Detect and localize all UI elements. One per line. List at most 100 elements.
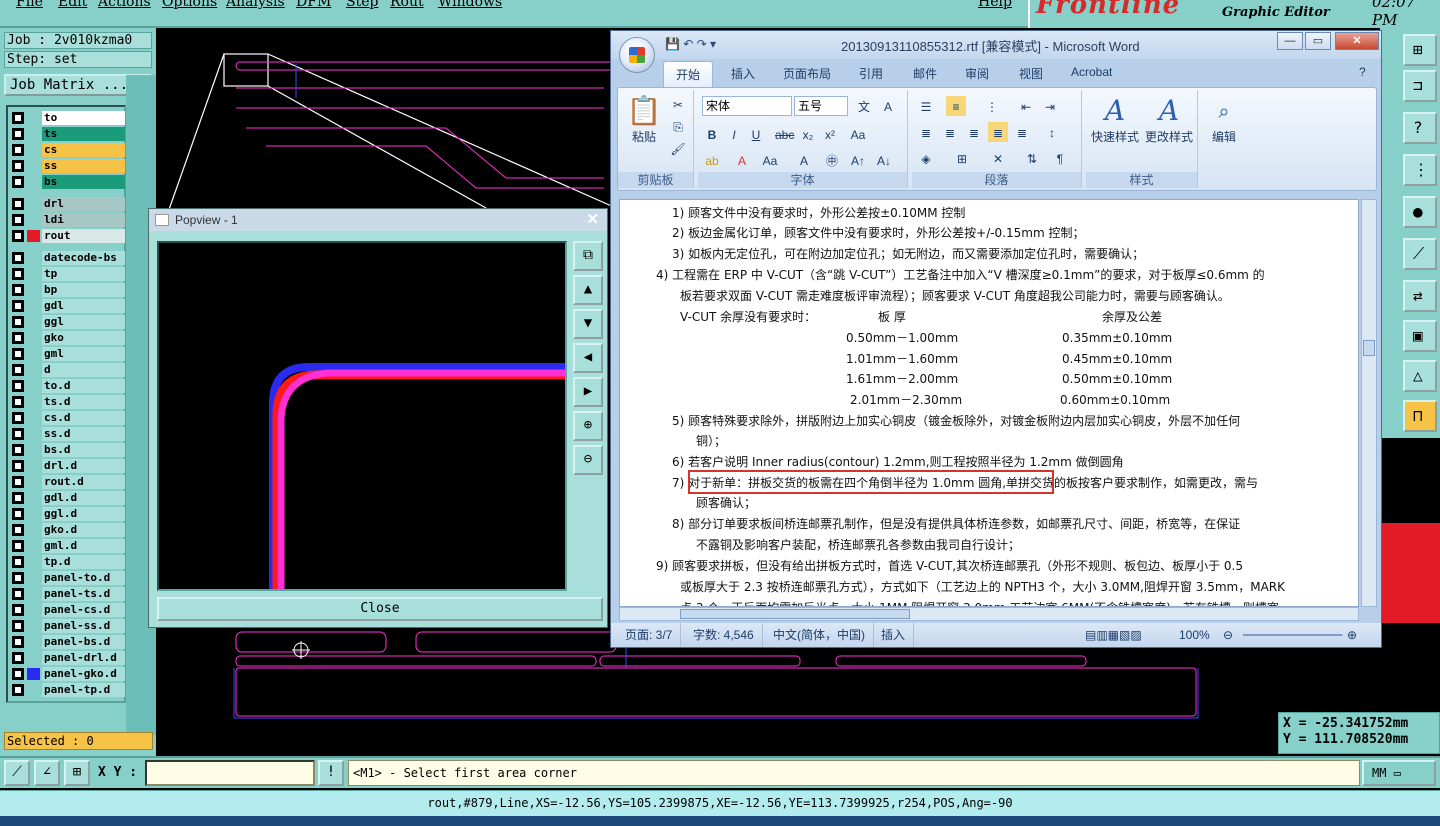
font-name-select[interactable]: 宋体 (702, 96, 792, 116)
zoom-in-icon[interactable]: ⊕ (1347, 623, 1365, 647)
layer-row-bs-d[interactable]: bs.d (10, 443, 126, 457)
layer-row-gdl-d[interactable]: gdl.d (10, 491, 126, 505)
layer-row-ss-d[interactable]: ss.d (10, 427, 126, 441)
minimize-button[interactable]: — (1277, 32, 1303, 50)
phonetic-icon[interactable]: 文 (854, 96, 874, 116)
popview-close-button[interactable]: Close (157, 597, 603, 621)
status-word-count[interactable]: 字数: 4,546 (693, 623, 763, 647)
copy-icon[interactable]: ⎘ (668, 116, 688, 136)
menu-analysis[interactable]: Analysis (226, 0, 285, 10)
strikethrough-icon[interactable]: abc (774, 124, 794, 144)
tab-view[interactable]: 视图 (1019, 65, 1043, 82)
help-button[interactable]: ? (1403, 112, 1437, 144)
layer-checkbox[interactable] (12, 492, 24, 504)
distributed-icon[interactable]: ≣ (1012, 122, 1032, 142)
show-marks-icon[interactable]: ¶ (1050, 148, 1070, 168)
grid-mode-button[interactable]: ⊞ (64, 760, 90, 786)
justify-icon[interactable]: ≣ (988, 122, 1008, 142)
layer-row-gml-d[interactable]: gml.d (10, 539, 126, 553)
layer-row-gml[interactable]: gml (10, 347, 126, 361)
popview-close-icon[interactable]: ✕ (586, 209, 599, 231)
layer-row-to-d[interactable]: to.d (10, 379, 126, 393)
layer-checkbox[interactable] (12, 198, 24, 210)
line-mode-button[interactable]: ⟋ (4, 760, 30, 786)
enclose-char-icon[interactable]: ㊥ (822, 150, 842, 170)
tab-home[interactable]: 开始 (663, 61, 714, 87)
tab-insert[interactable]: 插入 (731, 65, 755, 82)
layer-checkbox[interactable] (12, 112, 24, 124)
status-page[interactable]: 页面: 3/7 (625, 623, 682, 647)
horizontal-scroll-thumb[interactable] (680, 609, 910, 619)
layer-checkbox[interactable] (12, 128, 24, 140)
popview-pan-right-button[interactable]: ▶ (573, 377, 603, 407)
layer-row-panel-cs-d[interactable]: panel-cs.d (10, 603, 126, 617)
measure-button[interactable]: △ (1403, 360, 1437, 392)
tab-page-layout[interactable]: 页面布局 (783, 65, 831, 82)
underline-icon[interactable]: U (746, 124, 766, 144)
font-size-aa-icon[interactable]: Aa (760, 150, 780, 170)
layer-checkbox[interactable] (12, 214, 24, 226)
layer-row-ss[interactable]: ss (10, 159, 126, 173)
quick-style-button[interactable]: A 快速样式 (1088, 94, 1142, 145)
popview-pan-left-button[interactable]: ◀ (573, 343, 603, 373)
zoom-out-icon[interactable]: ⊖ (1223, 623, 1241, 647)
layer-checkbox[interactable] (12, 380, 24, 392)
layer-row-panel-ts-d[interactable]: panel-ts.d (10, 587, 126, 601)
popview-zoom-fit-button[interactable]: ⧉ (573, 241, 603, 271)
alert-button[interactable]: ! (318, 760, 344, 786)
popview-zoom-out-button[interactable]: ⊖ (573, 445, 603, 475)
view-buttons[interactable]: ▤▥▦▧▨ (1085, 623, 1150, 647)
layer-checkbox[interactable] (12, 252, 24, 264)
help-icon[interactable]: ? (1359, 65, 1366, 79)
bold-icon[interactable]: B (702, 124, 722, 144)
decrease-indent-icon[interactable]: ⇤ (1016, 96, 1036, 116)
layer-checkbox[interactable] (12, 540, 24, 552)
quick-access-toolbar[interactable]: 💾 ↶ ↷ ▾ (665, 37, 716, 51)
layer-row-tp[interactable]: tp (10, 267, 126, 281)
tab-review[interactable]: 审阅 (965, 65, 989, 82)
layer-row-gko[interactable]: gko (10, 331, 126, 345)
bullets-icon[interactable]: ☰ (916, 96, 936, 116)
increase-indent-icon[interactable]: ⇥ (1040, 96, 1060, 116)
layer-checkbox[interactable] (12, 144, 24, 156)
font-size-select[interactable]: 五号 (794, 96, 848, 116)
layer-row-gko-d[interactable]: gko.d (10, 523, 126, 537)
numbering-icon[interactable]: ≡ (946, 96, 966, 116)
menu-step[interactable]: Step (346, 0, 378, 10)
layer-row-drl[interactable]: drl (10, 197, 126, 211)
italic-icon[interactable]: I (724, 124, 744, 144)
layer-row-ggl[interactable]: ggl (10, 315, 126, 329)
menu-file[interactable]: File (16, 0, 43, 10)
multilevel-list-icon[interactable]: ⋮ (982, 96, 1002, 116)
format-painter-icon[interactable]: 🖌 (668, 138, 688, 158)
pad-button[interactable]: ● (1403, 196, 1437, 228)
align-left-icon[interactable]: ≣ (916, 122, 936, 142)
layer-row-cs-d[interactable]: cs.d (10, 411, 126, 425)
layer-checkbox[interactable] (12, 620, 24, 632)
signal-button[interactable]: ⋮ (1403, 154, 1437, 186)
snap-button[interactable]: ⊐ (1403, 70, 1437, 102)
layer-row-panel-gko-d[interactable]: panel-gko.d (10, 667, 126, 681)
zoom-slider[interactable] (1243, 634, 1343, 636)
popview-pan-down-button[interactable]: ▼ (573, 309, 603, 339)
layer-checkbox[interactable] (12, 508, 24, 520)
layer-row-d[interactable]: d (10, 363, 126, 377)
connect-button[interactable]: ⟋ (1403, 238, 1437, 270)
layer-row-to[interactable]: to (10, 111, 126, 125)
layer-row-panel-to-d[interactable]: panel-to.d (10, 571, 126, 585)
layer-checkbox[interactable] (12, 428, 24, 440)
menu-rout[interactable]: Rout (390, 0, 424, 10)
chinese-layout-icon[interactable]: ✕ (988, 148, 1008, 168)
angle-mode-button[interactable]: ∠ (34, 760, 60, 786)
layer-row-ts[interactable]: ts (10, 127, 126, 141)
layer-row-cs[interactable]: cs (10, 143, 126, 157)
layer-checkbox[interactable] (12, 604, 24, 616)
horizontal-scrollbar[interactable] (619, 607, 1359, 621)
char-shading-icon[interactable]: A (794, 150, 814, 170)
flip-button[interactable]: ⇄ (1403, 280, 1437, 312)
layer-row-panel-bs-d[interactable]: panel-bs.d (10, 635, 126, 649)
layer-checkbox[interactable] (12, 572, 24, 584)
word-titlebar[interactable]: 💾 ↶ ↷ ▾ 20130913110855312.rtf [兼容模式] - M… (611, 31, 1381, 59)
line-spacing-icon[interactable]: ↕ (1042, 122, 1062, 142)
align-right-icon[interactable]: ≣ (964, 122, 984, 142)
